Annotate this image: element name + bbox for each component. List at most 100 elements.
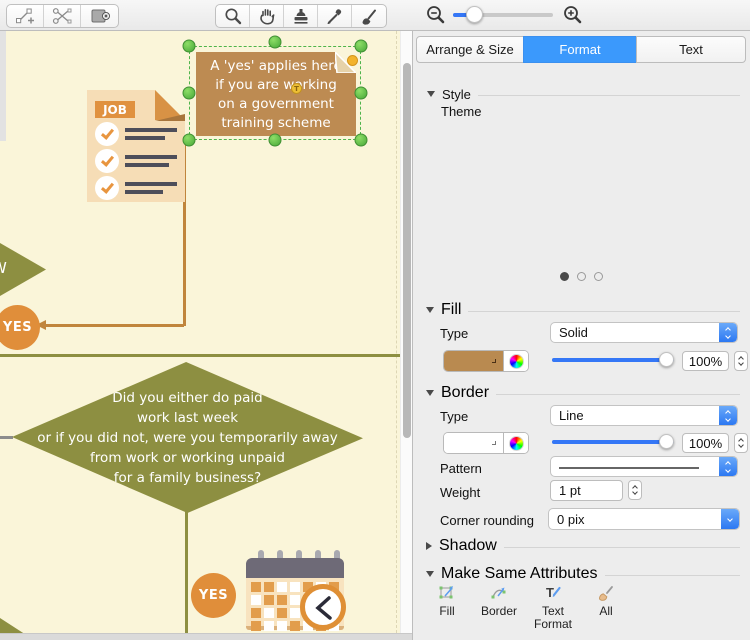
diagram-canvas[interactable]: W YES JOB A 'yes' applies here if you a [0, 31, 400, 640]
selection-handle-bottom-left[interactable] [182, 133, 196, 147]
selection-handle-middle-left[interactable] [182, 86, 196, 100]
page-dot-1[interactable] [559, 272, 569, 281]
brush-icon [362, 9, 376, 25]
make-same-section-header[interactable]: Make Same Attributes [426, 565, 740, 582]
fill-opacity-stepper[interactable] [734, 351, 748, 371]
fill-color-well[interactable] [443, 350, 529, 372]
border-type-label: Type [440, 409, 469, 424]
yes-circle-1[interactable]: YES [0, 305, 40, 350]
border-section-header[interactable]: Border [426, 384, 740, 401]
border-opacity-field[interactable]: 100% [682, 433, 729, 453]
magnifier-icon [224, 8, 241, 25]
border-type-dropdown[interactable]: Line [550, 405, 738, 426]
tab-arrange-size[interactable]: Arrange & Size [416, 36, 524, 63]
selection-handle-bottom-right[interactable] [354, 133, 368, 147]
selection-handle-top-left[interactable] [182, 39, 196, 53]
check-icon [100, 125, 114, 140]
style-section-header[interactable]: Style [427, 86, 740, 102]
corner-rounding-label: Corner rounding [440, 513, 534, 528]
theme-label: Theme [441, 104, 482, 119]
make-same-border-button[interactable]: Border [474, 583, 524, 618]
fold-control-handle[interactable] [346, 54, 358, 66]
selection-handle-middle-right[interactable] [354, 86, 368, 100]
delete-shape-button[interactable] [81, 5, 118, 27]
eyedropper-tool-button[interactable] [318, 5, 352, 27]
shadow-section-header[interactable]: Shadow [426, 537, 740, 554]
weight-label: Weight [440, 485, 481, 500]
chevron-down-icon [738, 360, 744, 366]
tab-text[interactable]: Text [636, 36, 746, 63]
make-same-text-format-button[interactable]: T Text Format [528, 583, 578, 631]
make-same-all-icon [599, 586, 613, 601]
pan-tool-button[interactable] [250, 5, 284, 27]
pattern-dropdown[interactable] [550, 456, 738, 477]
divider [604, 574, 740, 576]
selection-handle-bottom-center[interactable] [268, 133, 282, 147]
divider [496, 393, 740, 395]
zoom-tool-button[interactable] [216, 5, 250, 27]
selection-box [189, 46, 361, 140]
text-line [125, 128, 177, 132]
page-dot-3[interactable] [593, 272, 603, 281]
divider [503, 546, 740, 548]
slider-fill [552, 358, 674, 362]
fill-section-header[interactable]: Fill [426, 301, 740, 318]
fill-opacity-field[interactable]: 100% [682, 351, 729, 371]
add-connector-point-icon [16, 8, 34, 24]
weight-field[interactable]: 1 pt [550, 480, 623, 501]
decision-diamond[interactable]: Did you either do paid work last week or… [12, 362, 363, 513]
tab-format[interactable]: Format [523, 36, 637, 63]
scrollbar-thumb[interactable] [403, 63, 411, 438]
slider-fill [552, 440, 674, 444]
page-edge [0, 31, 6, 141]
border-color-swatch[interactable] [444, 433, 504, 453]
inspector-tabs: Arrange & Size Format Text [416, 36, 746, 63]
split-connector-button[interactable] [44, 5, 81, 27]
connector-orange-horizontal[interactable] [45, 324, 184, 327]
zoom-slider[interactable] [453, 6, 553, 23]
partial-diamond-left[interactable]: W [0, 243, 46, 296]
text-control-handle[interactable]: T [291, 83, 302, 94]
add-connector-point-button[interactable] [7, 5, 44, 27]
tab-label: Text [679, 42, 703, 57]
weight-stepper[interactable] [628, 480, 642, 500]
border-opacity-stepper[interactable] [734, 433, 748, 453]
vertical-scrollbar[interactable] [400, 31, 412, 640]
zoom-out-button[interactable] [425, 4, 447, 31]
disclosure-down-icon [426, 571, 434, 577]
fill-type-dropdown[interactable]: Solid [550, 322, 738, 343]
make-same-label: Text Format [533, 604, 572, 631]
fill-color-swatch[interactable] [444, 351, 504, 371]
flow-line-horizontal[interactable] [0, 354, 400, 357]
make-same-all-button[interactable]: All [581, 583, 631, 618]
chevron-down-icon [721, 509, 739, 529]
section-label: Style [442, 86, 471, 102]
job-document-shape[interactable]: JOB [87, 90, 185, 202]
make-same-text-format-icon: T [546, 585, 561, 600]
chevron-up-down-icon [719, 457, 737, 476]
border-color-wheel-button[interactable] [504, 433, 528, 453]
format-brush-tool-button[interactable] [352, 5, 386, 27]
diamond-text: Did you either do paid work last week or… [37, 389, 338, 486]
border-opacity-slider[interactable] [552, 434, 674, 449]
zoom-out-icon [427, 6, 445, 24]
zoom-slider-knob[interactable] [466, 6, 483, 23]
fill-opacity-knob[interactable] [659, 352, 674, 367]
border-opacity-knob[interactable] [659, 434, 674, 449]
page-dot-2[interactable] [576, 272, 586, 281]
selection-handle-top-right[interactable] [354, 39, 368, 53]
flow-line-vertical[interactable] [185, 512, 188, 633]
zoom-in-button[interactable] [562, 4, 584, 31]
chevron-down-icon [632, 489, 638, 495]
connector-tools-group [6, 4, 119, 28]
yes-circle-2[interactable]: YES [191, 573, 236, 618]
border-color-well[interactable] [443, 432, 529, 454]
section-label: Border [441, 384, 490, 401]
stamp-tool-button[interactable] [284, 5, 318, 27]
fill-color-wheel-button[interactable] [504, 351, 528, 371]
selection-handle-top-center[interactable] [268, 35, 282, 49]
connector-gray[interactable] [0, 436, 13, 439]
corner-rounding-dropdown[interactable]: 0 pix [548, 508, 740, 530]
fill-opacity-slider[interactable] [552, 352, 674, 367]
make-same-fill-button[interactable]: Fill [422, 583, 472, 618]
